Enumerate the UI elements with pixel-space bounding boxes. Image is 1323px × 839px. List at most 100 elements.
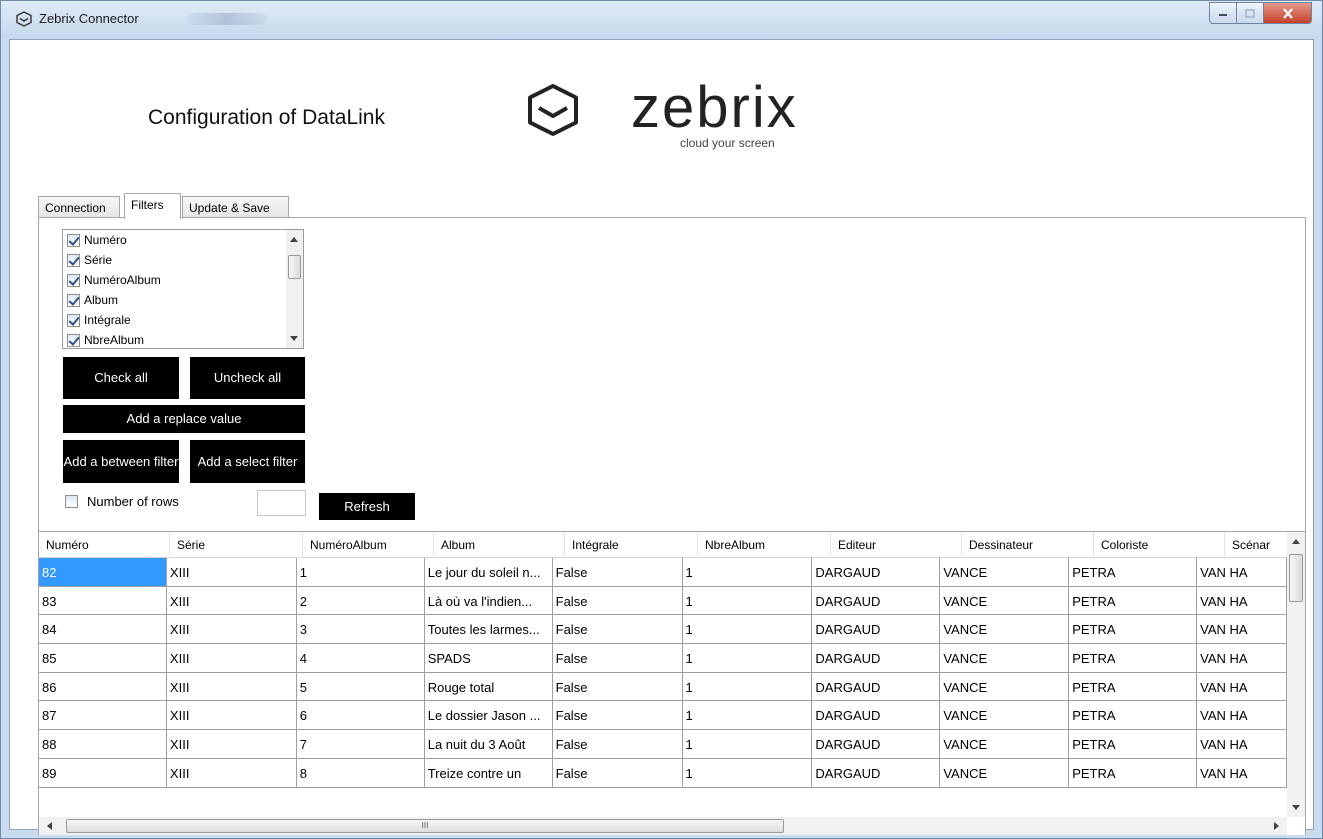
number-of-rows-option[interactable]: Number of rows [65,494,179,509]
table-cell[interactable]: 84 [39,615,167,645]
table-cell[interactable]: Le dossier Jason ... [424,701,553,731]
scroll-down-icon[interactable] [290,336,298,341]
table-cell[interactable]: PETRA [1069,615,1198,645]
table-cell[interactable]: SPADS [424,644,553,673]
table-cell[interactable]: 88 [39,730,167,759]
number-of-rows-input[interactable] [257,490,306,516]
checkbox-integrale[interactable] [67,313,80,327]
table-row[interactable]: 82 XIII 1 Le jour du soleil n... False 1 DARGA… [39,558,1287,587]
scroll-up-icon[interactable] [290,237,298,242]
column-header[interactable]: NbreAlbum [698,532,831,558]
table-cell[interactable]: 1 [682,586,813,616]
table-cell[interactable]: Là où va l'indien... [424,586,553,616]
table-cell[interactable]: 86 [39,672,167,702]
table-cell[interactable]: DARGAUD [812,758,941,788]
table-cell[interactable]: 1 [296,558,425,587]
table-cell[interactable]: VANCE [940,730,1070,759]
table-cell[interactable]: VAN HA [1197,558,1287,587]
scroll-up-icon[interactable] [1292,539,1300,544]
table-cell[interactable]: PETRA [1069,701,1198,731]
table-cell[interactable]: DARGAUD [812,586,941,616]
table-cell[interactable]: 1 [682,672,813,702]
maximize-button[interactable] [1237,2,1264,24]
table-cell[interactable]: 4 [296,644,425,673]
table-row[interactable]: 86 XIII 5 Rouge total False 1 DARGAUD VANCE PETR… [39,672,1287,702]
table-cell[interactable]: VAN HA [1197,758,1287,788]
table-cell[interactable]: XIII [166,644,297,673]
add-replace-value-button[interactable]: Add a replace value [63,405,305,433]
table-cell[interactable]: VAN HA [1197,644,1287,673]
checklist-item-album[interactable]: Album [67,290,118,310]
table-cell[interactable]: 82 [39,558,167,587]
table-cell[interactable]: DARGAUD [812,730,941,759]
table-cell[interactable]: 6 [296,701,425,731]
checkbox-album[interactable] [67,293,80,307]
scroll-thumb[interactable]: III [66,819,784,833]
table-cell[interactable]: VAN HA [1197,701,1287,731]
column-header[interactable]: Série [170,532,303,558]
checklist-item-numero[interactable]: Numéro [67,230,127,250]
table-cell[interactable]: 1 [682,730,813,759]
table-cell[interactable]: False [552,701,683,731]
add-between-filter-button[interactable]: Add a between filter [63,440,179,483]
table-cell[interactable]: 7 [296,730,425,759]
table-cell[interactable]: La nuit du 3 Août [424,730,553,759]
add-select-filter-button[interactable]: Add a select filter [190,440,305,483]
table-cell[interactable]: PETRA [1069,672,1198,702]
table-cell[interactable]: 1 [682,558,813,587]
column-checklist[interactable]: Numéro Série NuméroAlbum Album Intégrale [62,229,304,349]
table-cell[interactable]: XIII [166,558,297,587]
table-cell[interactable]: 89 [39,758,167,788]
table-cell[interactable]: PETRA [1069,644,1198,673]
tab-update-save[interactable]: Update & Save [182,196,289,218]
table-cell[interactable]: Rouge total [424,672,553,702]
table-cell[interactable]: 5 [296,672,425,702]
scroll-thumb[interactable] [288,255,301,279]
table-cell[interactable]: DARGAUD [812,701,941,731]
column-header[interactable]: NuméroAlbum [303,532,434,558]
close-button[interactable] [1264,2,1312,24]
table-cell[interactable]: VANCE [940,672,1070,702]
table-cell[interactable]: DARGAUD [812,644,941,673]
table-cell[interactable]: DARGAUD [812,615,941,645]
table-cell[interactable]: 1 [682,644,813,673]
table-cell[interactable]: VANCE [940,701,1070,731]
checkbox-serie[interactable] [67,253,80,267]
table-cell[interactable]: 8 [296,758,425,788]
title-bar[interactable]: Zebrix Connector [1,1,1322,39]
scroll-thumb[interactable] [1289,554,1303,602]
table-cell[interactable]: XIII [166,615,297,645]
checklist-item-numeroalbum[interactable]: NuméroAlbum [67,270,161,290]
check-all-button[interactable]: Check all [63,357,179,399]
table-cell[interactable]: Toutes les larmes... [424,615,553,645]
table-cell[interactable]: 1 [682,758,813,788]
table-row[interactable]: 83 XIII 2 Là où va l'indien... False 1 DARGAUD… [39,586,1287,616]
table-cell[interactable]: PETRA [1069,586,1198,616]
table-cell[interactable]: DARGAUD [812,558,941,587]
table-row[interactable]: 88 XIII 7 La nuit du 3 Août False 1 DARGAUD VAN… [39,730,1287,759]
table-cell[interactable]: 83 [39,586,167,616]
checklist-item-serie[interactable]: Série [67,250,112,270]
table-cell[interactable]: XIII [166,701,297,731]
table-cell[interactable]: 85 [39,644,167,673]
table-cell[interactable]: False [552,586,683,616]
table-cell[interactable]: False [552,615,683,645]
table-cell[interactable]: 1 [682,701,813,731]
table-cell[interactable]: XIII [166,672,297,702]
minimize-button[interactable] [1209,2,1237,24]
scroll-left-icon[interactable] [47,822,52,830]
column-header[interactable]: Dessinateur [962,532,1094,558]
grid-body[interactable]: 82 XIII 1 Le jour du soleil n... False 1 DARGA… [39,558,1287,817]
tab-filters[interactable]: Filters [124,193,181,219]
table-cell[interactable]: PETRA [1069,558,1198,587]
table-cell[interactable]: VANCE [940,586,1070,616]
column-header[interactable]: Intégrale [565,532,698,558]
table-cell[interactable]: XIII [166,586,297,616]
table-cell[interactable]: XIII [166,730,297,759]
checklist-item-nbrealbum[interactable]: NbreAlbum [67,330,144,348]
grid-vertical-scrollbar[interactable] [1287,532,1305,817]
column-header[interactable]: Editeur [831,532,962,558]
table-cell[interactable]: PETRA [1069,758,1198,788]
table-cell[interactable]: 2 [296,586,425,616]
table-cell[interactable]: False [552,644,683,673]
